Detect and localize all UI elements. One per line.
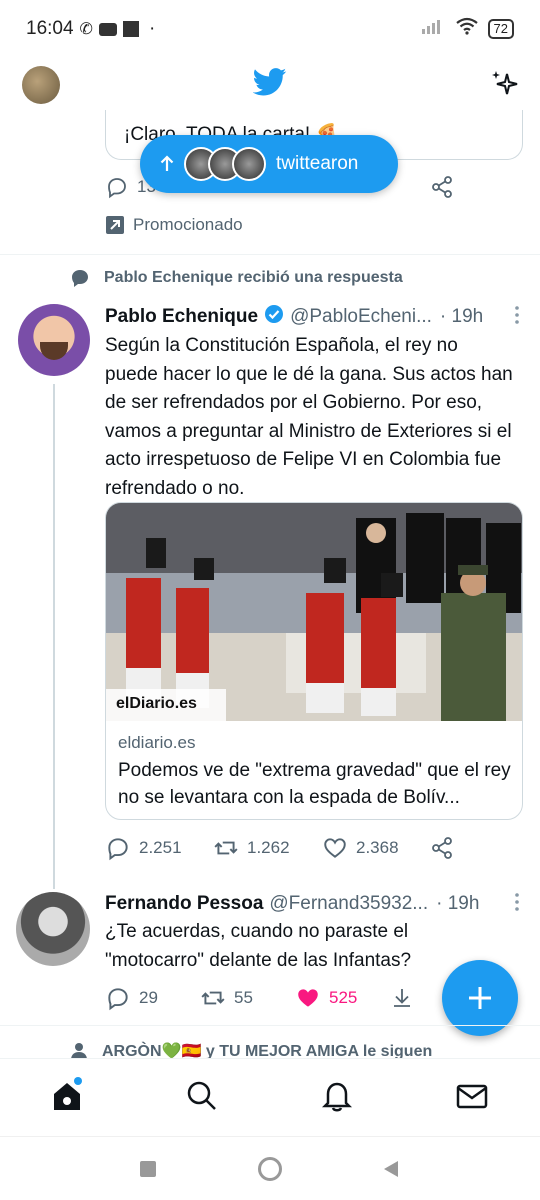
retweet-count: 1.262 (247, 838, 290, 857)
card-domain: eldiario.es (118, 733, 196, 752)
download-icon (394, 989, 410, 1007)
divider (0, 254, 540, 255)
youtube-icon (98, 22, 117, 36)
tweet-context[interactable]: Pablo Echenique recibió una respuesta (70, 268, 403, 288)
envelope-icon (456, 1084, 488, 1109)
heart-filled-icon (298, 989, 318, 1007)
like-count: 525 (329, 988, 358, 1007)
plus-icon (469, 987, 491, 1009)
context-text: Pablo Echenique recibió una respuesta (104, 269, 403, 286)
retweet-button[interactable]: 55 (200, 985, 253, 1011)
status-bar: 16:04 ✆ · 72 (0, 0, 540, 58)
author-avatar[interactable] (18, 304, 90, 376)
card-image: elDiario.es (106, 503, 522, 721)
download-button[interactable] (390, 986, 414, 1010)
share-button[interactable] (430, 175, 454, 199)
dot-icon: · (148, 18, 156, 39)
retweet-button[interactable]: 1.262 (213, 835, 290, 861)
reply-author-name[interactable]: Fernando Pessoa (105, 893, 263, 915)
like-count: 2.368 (356, 838, 399, 857)
back-button[interactable] (382, 1159, 400, 1184)
tweet-header: Pablo Echenique @PabloEcheni... · 19h (105, 305, 520, 329)
reply-icon (108, 838, 128, 861)
home-tab[interactable] (50, 1077, 84, 1113)
pill-avatar (232, 147, 266, 181)
share-icon (432, 837, 452, 859)
sparkle-icon[interactable] (489, 68, 521, 105)
reply-author-avatar[interactable] (16, 892, 90, 966)
reply-icon (108, 178, 126, 199)
system-navigation (0, 1136, 540, 1200)
tweet-time[interactable]: · 19h (440, 306, 483, 328)
retweet-icon (201, 991, 225, 1005)
battery-icon: 72 (487, 19, 514, 39)
heart-icon (324, 838, 346, 858)
reply-author-handle[interactable]: @Fernand35932... (269, 893, 428, 915)
retweet-count: 55 (234, 988, 253, 1007)
search-icon (187, 1081, 216, 1110)
app-icon (122, 21, 139, 37)
bottom-navigation (0, 1058, 540, 1136)
pill-label: twittearon (276, 153, 359, 174)
retweet-icon (214, 841, 238, 855)
more-options-icon[interactable] (514, 305, 520, 331)
promoted-label: Promocionado (105, 215, 243, 235)
wifi-icon (455, 17, 478, 41)
more-options-icon[interactable] (514, 892, 520, 918)
notifications-tab[interactable] (320, 1079, 354, 1113)
author-handle[interactable]: @PabloEcheni... (290, 306, 432, 328)
bell-icon (321, 1082, 353, 1112)
missed-call-icon: ✆ (79, 21, 93, 38)
like-button[interactable]: 525 (295, 985, 357, 1011)
new-tweets-pill[interactable]: twittearon (140, 135, 398, 193)
reply-button[interactable]: 2.251 (105, 835, 182, 861)
reply-tweet-text[interactable]: ¿Te acuerdas, cuando no paraste el "moto… (105, 918, 455, 975)
reply-count: 2.251 (139, 838, 182, 857)
card-image-logo: elDiario.es (116, 695, 197, 712)
share-button[interactable] (430, 836, 454, 860)
tweet-text[interactable]: Según la Constitución Española, el rey n… (105, 332, 515, 503)
thread-line (53, 384, 55, 889)
divider (0, 1025, 540, 1026)
messages-tab[interactable] (455, 1079, 489, 1113)
notification-dot (74, 1077, 82, 1085)
author-name[interactable]: Pablo Echenique (105, 306, 258, 328)
promoted-text: Promocionado (133, 215, 243, 234)
share-icon (432, 176, 452, 198)
promoted-icon (106, 216, 124, 234)
search-tab[interactable] (185, 1079, 219, 1113)
twitter-bird-icon[interactable] (252, 68, 287, 101)
reply-bubble-icon (72, 270, 88, 287)
profile-avatar[interactable] (22, 66, 60, 104)
link-card[interactable]: elDiario.es eldiario.es Podemos ve de "e… (105, 502, 523, 820)
home-button[interactable] (258, 1157, 282, 1181)
reply-icon (108, 988, 128, 1011)
reply-tweet-time[interactable]: · 19h (436, 893, 479, 915)
verified-icon (264, 304, 284, 330)
tweet-actions: 2.251 1.262 2.368 (105, 835, 525, 861)
reply-tweet-header: Fernando Pessoa @Fernand35932... · 19h (105, 892, 520, 916)
reply-button[interactable]: 29 (105, 985, 158, 1011)
card-title: Podemos ve de "extrema gravedad" que el … (118, 760, 511, 808)
status-time: 16:04 (26, 18, 74, 39)
top-app-bar (0, 58, 540, 116)
reply-count: 29 (139, 988, 158, 1007)
recent-apps-button[interactable] (140, 1161, 156, 1177)
signal-icon (421, 18, 446, 40)
like-button[interactable]: 2.368 (322, 835, 399, 861)
arrow-up-icon (160, 155, 174, 171)
